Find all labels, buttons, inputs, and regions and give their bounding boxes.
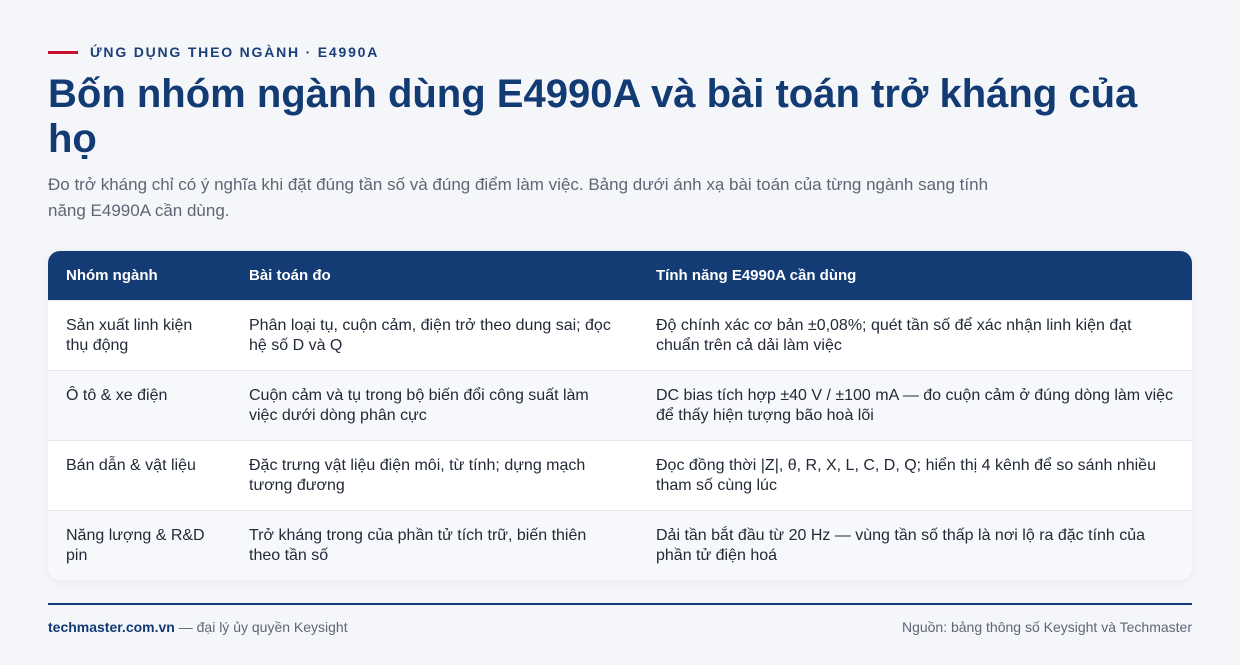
footer-brand-link[interactable]: techmaster.com.vn (48, 619, 175, 635)
footer: techmaster.com.vn — đại lý ủy quyền Keys… (48, 619, 1192, 635)
eyebrow: ỨNG DỤNG THEO NGÀNH · E4990A (48, 44, 379, 60)
table-row: Bán dẫn & vật liệu Đặc trưng vật liệu đi… (48, 439, 1192, 510)
footer-brand-suffix: — đại lý ủy quyền Keysight (174, 619, 348, 635)
page-title: Bốn nhóm ngành dùng E4990A và bài toán t… (48, 72, 1138, 161)
industry-table-card: Nhóm ngành Bài toán đo Tính năng E4990A … (48, 251, 1192, 580)
cell-problem: Trở kháng trong của phần tử tích trữ, bi… (231, 509, 638, 580)
footer-divider (48, 603, 1192, 605)
table-row: Ô tô & xe điện Cuộn cảm và tụ trong bộ b… (48, 369, 1192, 440)
page-subtitle: Đo trở kháng chỉ có ý nghĩa khi đặt đúng… (48, 175, 989, 220)
cell-feature: DC bias tích hợp ±40 V / ±100 mA — đo cu… (638, 369, 1192, 440)
cell-feature: Đọc đồng thời |Z|, θ, R, X, L, C, D, Q; … (638, 439, 1192, 510)
cell-industry: Năng lượng & R&D pin (48, 509, 231, 580)
accent-bar (48, 50, 78, 54)
cell-problem: Cuộn cảm và tụ trong bộ biến đổi công su… (231, 369, 638, 440)
cell-problem: Phân loại tụ, cuộn cảm, điện trở theo du… (231, 299, 638, 370)
cell-industry: Ô tô & xe điện (48, 369, 231, 440)
header-industry: Nhóm ngành (66, 266, 158, 284)
industry-table: Nhóm ngành Bài toán đo Tính năng E4990A … (48, 251, 1192, 580)
cell-feature: Dải tần bắt đầu từ 20 Hz — vùng tần số t… (638, 509, 1192, 580)
footer-left: techmaster.com.vn — đại lý ủy quyền Keys… (48, 619, 348, 635)
table-row: Năng lượng & R&D pin Trở kháng trong của… (48, 509, 1192, 580)
table-row: Sản xuất linh kiện thụ động Phân loại tụ… (48, 299, 1192, 370)
cell-industry: Bán dẫn & vật liệu (48, 439, 231, 510)
cell-feature: Độ chính xác cơ bản ±0,08%; quét tần số … (638, 299, 1192, 370)
eyebrow-label: ỨNG DỤNG THEO NGÀNH · E4990A (90, 44, 380, 60)
table-header-row: Nhóm ngành Bài toán đo Tính năng E4990A … (48, 251, 1192, 300)
cell-industry: Sản xuất linh kiện thụ động (48, 299, 231, 370)
header-feature: Tính năng E4990A cần dùng (656, 266, 857, 284)
cell-problem: Đặc trưng vật liệu điện môi, từ tính; dự… (231, 439, 638, 510)
header-problem: Bài toán đo (249, 266, 331, 284)
footer-source: Nguồn: bảng thông số Keysight và Techmas… (901, 619, 1192, 635)
